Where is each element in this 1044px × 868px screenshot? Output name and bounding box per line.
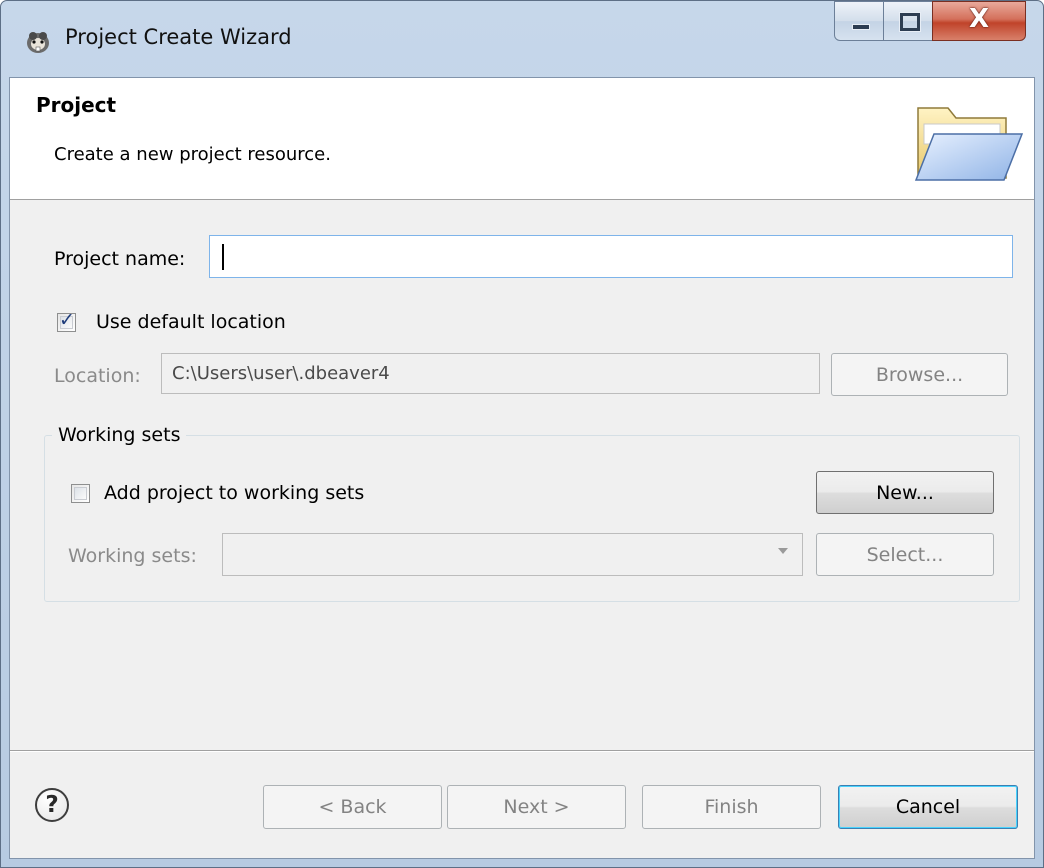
close-icon: X: [968, 4, 990, 34]
page-description: Create a new project resource.: [54, 144, 331, 165]
window-title: Project Create Wizard: [65, 25, 292, 49]
finish-button[interactable]: Finish: [642, 785, 821, 829]
next-button[interactable]: Next >: [447, 785, 626, 829]
title-bar[interactable]: Project Create Wizard X: [1, 1, 1043, 77]
folder-icon: [914, 107, 1024, 181]
working-sets-combo[interactable]: [222, 533, 803, 576]
minimize-icon: [852, 24, 870, 30]
add-to-working-sets-label[interactable]: Add project to working sets: [104, 482, 364, 504]
cancel-button[interactable]: Cancel: [838, 785, 1018, 829]
working-sets-group-title: Working sets: [52, 424, 187, 446]
project-name-input[interactable]: [209, 235, 1013, 278]
minimize-button[interactable]: [834, 1, 884, 41]
new-working-set-button[interactable]: New...: [816, 471, 994, 514]
checkmark-icon: ✓: [59, 309, 75, 331]
wizard-banner: Project Create a new project resource.: [10, 78, 1034, 200]
maximize-button[interactable]: [883, 1, 933, 41]
browse-button[interactable]: Browse...: [831, 353, 1008, 396]
use-default-location-checkbox[interactable]: ✓: [57, 309, 76, 332]
project-name-label: Project name:: [54, 248, 186, 270]
select-working-sets-button[interactable]: Select...: [816, 533, 994, 576]
maximize-icon: [899, 12, 921, 32]
location-label: Location:: [54, 365, 141, 387]
text-caret: [222, 243, 224, 270]
working-sets-group: [44, 435, 1020, 602]
back-button[interactable]: < Back: [263, 785, 442, 829]
wizard-window: Project Create Wizard X Project Create a…: [0, 0, 1044, 868]
dropdown-arrow-icon[interactable]: [778, 548, 788, 554]
dbeaver-app-icon: [27, 32, 49, 53]
location-value: C:\Users\user\.dbeaver4: [172, 363, 390, 384]
add-to-working-sets-checkbox[interactable]: [71, 484, 90, 503]
working-sets-label: Working sets:: [68, 545, 197, 567]
wizard-body: Project Create a new project resource. P…: [9, 77, 1035, 859]
footer-separator: [10, 750, 1034, 752]
help-icon[interactable]: ?: [35, 788, 69, 822]
use-default-location-label[interactable]: Use default location: [96, 311, 286, 333]
location-input[interactable]: C:\Users\user\.dbeaver4: [161, 353, 820, 394]
close-button[interactable]: X: [932, 1, 1026, 41]
page-title: Project: [36, 93, 117, 117]
